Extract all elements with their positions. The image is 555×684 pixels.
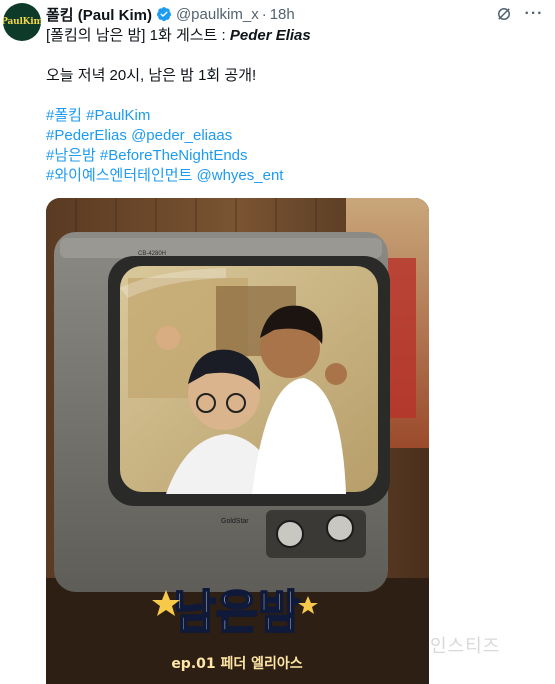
hashtag-link[interactable]: #와이예스엔터테인먼트 <box>46 167 192 184</box>
poster-title: 남은밤 <box>174 585 301 639</box>
hashtag-link[interactable]: #폴킴 <box>46 107 82 124</box>
tv-photo-illustration: GoldStar CB-4280H 남은밤 ep.01 페더 엘리아스 <box>46 198 429 684</box>
avatar-text: PaulKim <box>3 17 41 27</box>
hashtag-line-4: #와이예스엔터테인먼트 @whyes_ent <box>46 166 283 186</box>
hashtag-link[interactable]: #남은밤 <box>46 147 96 164</box>
display-name[interactable]: 폴킴 (Paul Kim) <box>46 4 152 25</box>
hashtag-line-2: #PederElias @peder_eliaas <box>46 126 232 146</box>
watermark: 인스티즈 <box>430 636 501 656</box>
tweet-media-image[interactable]: GoldStar CB-4280H 남은밤 ep.01 페더 엘리아스 <box>46 198 429 684</box>
grok-icon[interactable] <box>493 3 515 25</box>
tweet-line-1: [폴킴의 남은 밤] 1화 게스트 : Peder Elias <box>46 26 311 46</box>
hashtag-link[interactable]: #BeforeTheNightEnds <box>100 147 248 164</box>
avatar[interactable]: PaulKim <box>3 3 41 41</box>
poster-subtitle: ep.01 페더 엘리아스 <box>171 655 302 672</box>
tweet-line-2: 오늘 저녁 20시, 남은 밤 1회 공개! <box>46 67 257 84</box>
hashtag-line-1: #폴킴 #PaulKim <box>46 106 150 126</box>
verified-badge-icon <box>156 7 171 22</box>
hashtag-link[interactable]: #PederElias <box>46 127 127 144</box>
hashtag-link[interactable]: #PaulKim <box>86 107 150 124</box>
separator-dot: · <box>261 5 267 23</box>
more-icon[interactable]: ··· <box>523 3 545 25</box>
tweet-line1-prefix: [폴킴의 남은 밤] 1화 게스트 : <box>46 27 230 44</box>
mention-link[interactable]: @whyes_ent <box>197 167 284 184</box>
guest-name: Peder Elias <box>229 27 311 44</box>
tweet-header: 폴킴 (Paul Kim) @paulkim_x · 18h ··· <box>46 4 545 24</box>
handle[interactable]: @paulkim_x <box>176 6 259 23</box>
hashtag-line-3: #남은밤 #BeforeTheNightEnds <box>46 146 248 166</box>
timestamp[interactable]: 18h <box>270 6 295 23</box>
tv-brand-label: GoldStar <box>221 518 249 525</box>
mention-link[interactable]: @peder_eliaas <box>131 127 232 144</box>
tv-model-label: CB-4280H <box>138 251 166 257</box>
